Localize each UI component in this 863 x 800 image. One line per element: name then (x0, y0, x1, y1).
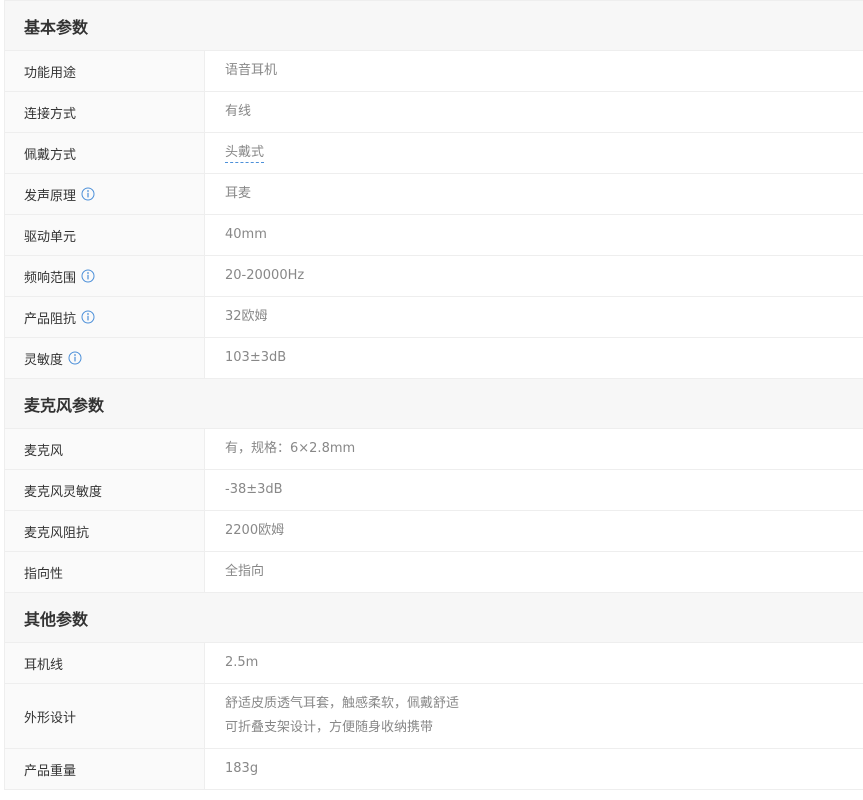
spec-label-text: 麦克风 (24, 443, 64, 459)
spec-value-text: -38±3dB (225, 482, 283, 497)
spec-label: 佩戴方式 (5, 133, 205, 173)
spec-label-text: 耳机线 (24, 657, 64, 673)
spec-label-text: 产品阻抗 (24, 311, 77, 327)
spec-label: 频响范围 (5, 256, 205, 296)
spec-value-line: 舒适皮质透气耳套，触感柔软，佩戴舒适 (225, 696, 460, 711)
spec-value: 2.5m (205, 643, 863, 683)
spec-row-weight: 产品重量 183g (5, 749, 863, 790)
spec-value-text: 有线 (225, 104, 252, 119)
spec-label: 产品阻抗 (5, 297, 205, 337)
spec-row-sensitivity: 灵敏度 103±3dB (5, 338, 863, 379)
spec-value: 舒适皮质透气耳套，触感柔软，佩戴舒适 可折叠支架设计，方便随身收纳携带 (205, 684, 863, 748)
section-header-other: 其他参数 (5, 593, 863, 643)
info-circle-icon[interactable] (81, 310, 95, 324)
spec-value: 20-20000Hz (205, 256, 863, 296)
spec-value-text: 40mm (225, 227, 267, 242)
spec-value: 耳麦 (205, 174, 863, 214)
spec-label-text: 灵敏度 (24, 352, 64, 368)
spec-row-impedance: 产品阻抗 32欧姆 (5, 297, 863, 338)
spec-value-text: 183g (225, 761, 259, 776)
info-circle-icon[interactable] (81, 269, 95, 283)
spec-value: -38±3dB (205, 470, 863, 510)
spec-value: 有，规格：6×2.8mm (205, 429, 863, 469)
spec-label: 连接方式 (5, 92, 205, 132)
spec-row-function: 功能用途 语音耳机 (5, 51, 863, 92)
spec-value: 头戴式 (205, 133, 863, 173)
section-header-microphone: 麦克风参数 (5, 379, 863, 429)
spec-value-text: 32欧姆 (225, 309, 268, 324)
spec-label: 麦克风灵敏度 (5, 470, 205, 510)
spec-label: 灵敏度 (5, 338, 205, 378)
spec-value: 40mm (205, 215, 863, 255)
info-circle-icon[interactable] (68, 351, 82, 365)
spec-label: 指向性 (5, 552, 205, 592)
spec-label: 耳机线 (5, 643, 205, 683)
spec-label-text: 外形设计 (24, 710, 77, 726)
spec-label-text: 麦克风灵敏度 (24, 484, 103, 500)
spec-label-text: 驱动单元 (24, 229, 77, 245)
spec-label: 麦克风 (5, 429, 205, 469)
spec-value-text: 103±3dB (225, 350, 287, 365)
spec-value: 全指向 (205, 552, 863, 592)
spec-value: 有线 (205, 92, 863, 132)
spec-value-text: 耳麦 (225, 186, 252, 201)
section-header-basic: 基本参数 (5, 1, 863, 51)
spec-row-directivity: 指向性 全指向 (5, 552, 863, 593)
spec-label: 麦克风阻抗 (5, 511, 205, 551)
spec-row-principle: 发声原理 耳麦 (5, 174, 863, 215)
spec-row-wearing: 佩戴方式 头戴式 (5, 133, 863, 174)
spec-label: 外形设计 (5, 684, 205, 748)
spec-label-text: 频响范围 (24, 270, 77, 286)
spec-row-mic: 麦克风 有，规格：6×2.8mm (5, 429, 863, 470)
spec-label-text: 发声原理 (24, 188, 77, 204)
info-circle-icon[interactable] (81, 187, 95, 201)
spec-label-text: 产品重量 (24, 763, 77, 779)
spec-row-cable: 耳机线 2.5m (5, 643, 863, 684)
spec-value-line: 可折叠支架设计，方便随身收纳携带 (225, 720, 434, 735)
spec-label-text: 麦克风阻抗 (24, 525, 90, 541)
spec-value-text: 语音耳机 (225, 63, 278, 78)
spec-value-text: 全指向 (225, 564, 265, 579)
spec-value: 语音耳机 (205, 51, 863, 91)
spec-row-driver: 驱动单元 40mm (5, 215, 863, 256)
spec-value: 103±3dB (205, 338, 863, 378)
spec-table: 基本参数 功能用途 语音耳机 连接方式 有线 佩戴方式 头戴式 发声原理 耳麦 … (4, 0, 863, 790)
spec-row-frequency: 频响范围 20-20000Hz (5, 256, 863, 297)
spec-row-connection: 连接方式 有线 (5, 92, 863, 133)
spec-value: 2200欧姆 (205, 511, 863, 551)
spec-label: 驱动单元 (5, 215, 205, 255)
spec-row-mic-impedance: 麦克风阻抗 2200欧姆 (5, 511, 863, 552)
spec-label-text: 佩戴方式 (24, 147, 77, 163)
spec-value-link[interactable]: 头戴式 (225, 144, 265, 163)
spec-label: 发声原理 (5, 174, 205, 214)
spec-label-text: 功能用途 (24, 65, 77, 81)
spec-value-text: 2.5m (225, 655, 259, 670)
spec-row-design: 外形设计 舒适皮质透气耳套，触感柔软，佩戴舒适 可折叠支架设计，方便随身收纳携带 (5, 684, 863, 749)
spec-label-text: 连接方式 (24, 106, 77, 122)
spec-label: 功能用途 (5, 51, 205, 91)
spec-value: 183g (205, 749, 863, 789)
spec-label-text: 指向性 (24, 566, 64, 582)
spec-row-mic-sensitivity: 麦克风灵敏度 -38±3dB (5, 470, 863, 511)
spec-value: 32欧姆 (205, 297, 863, 337)
spec-value-text: 20-20000Hz (225, 268, 305, 283)
spec-label: 产品重量 (5, 749, 205, 789)
spec-value-text: 有，规格：6×2.8mm (225, 441, 356, 456)
spec-value-text: 2200欧姆 (225, 523, 285, 538)
